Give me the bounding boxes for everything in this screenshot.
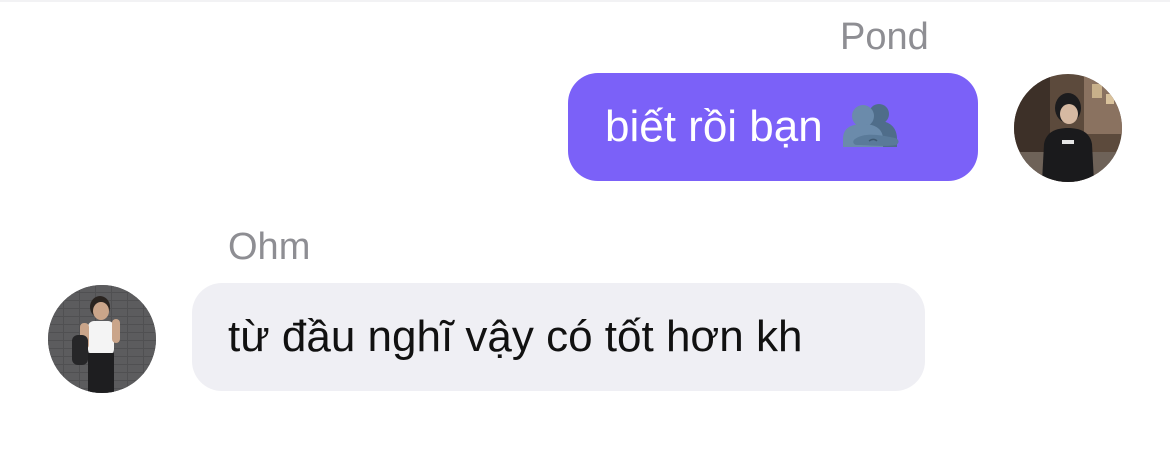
message-bubble-outgoing[interactable]: biết rồi bạn [568, 73, 978, 181]
message-bubble-incoming[interactable]: từ đầu nghĩ vậy có tốt hơn kh [192, 283, 925, 391]
sender-name-ohm: Ohm [228, 226, 311, 268]
avatar-ohm[interactable] [48, 285, 156, 393]
message-text: từ đầu nghĩ vậy có tốt hơn kh [228, 312, 803, 361]
people-hugging-emoji-icon [839, 101, 903, 153]
avatar-pond[interactable] [1014, 74, 1122, 182]
sender-name-pond: Pond [840, 16, 929, 58]
message-text: biết rồi bạn [605, 102, 823, 151]
top-divider [0, 0, 1170, 2]
